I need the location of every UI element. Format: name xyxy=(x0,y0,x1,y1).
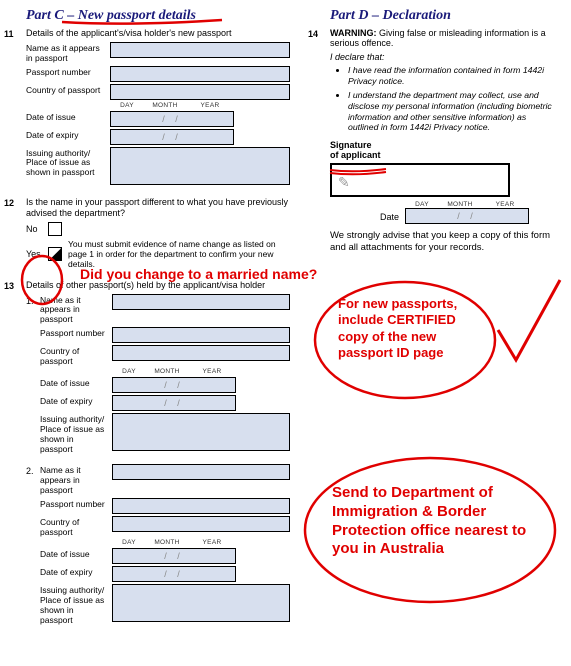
q13-1-authority-input[interactable] xyxy=(112,413,290,451)
q14-bullet-1: I have read the information contained in… xyxy=(348,65,559,87)
q13-2-passnum-label: Passport number xyxy=(40,498,112,510)
pen-icon: ✎ xyxy=(338,174,350,191)
q13-2-name-input[interactable] xyxy=(112,464,290,480)
day-header: DAY xyxy=(110,102,144,109)
q14-bullet-2: I understand the department may collect,… xyxy=(348,90,559,134)
q14-date-input[interactable]: / / xyxy=(405,208,529,224)
q14-date-label: Date xyxy=(380,212,399,224)
q13-text: Details of other passport(s) held by the… xyxy=(26,280,290,290)
q13-1-issue-input[interactable]: / / xyxy=(112,377,236,393)
signature-box[interactable]: ✎ xyxy=(330,163,510,197)
warning-label: WARNING: xyxy=(330,28,377,38)
q13-1-passnum-input[interactable] xyxy=(112,327,290,343)
year-header: YEAR xyxy=(186,102,234,109)
q11-name-input[interactable] xyxy=(110,42,290,58)
q13-1-expiry-input[interactable]: / / xyxy=(112,395,236,411)
q13-1-country-label: Country of passport xyxy=(40,345,112,367)
day-header: DAY xyxy=(112,368,146,375)
signature-label: Signature of applicant xyxy=(330,141,559,161)
q13-2-issue-label: Date of issue xyxy=(40,548,112,560)
q13-2-authority-input[interactable] xyxy=(112,584,290,622)
q13-1-num: 1. xyxy=(26,294,40,457)
q13-1-authority-label: Issuing authority/ Place of issue as sho… xyxy=(40,413,112,454)
month-header: MONTH xyxy=(144,102,186,109)
signature-label-2: of applicant xyxy=(330,150,381,160)
q13-2-num: 2. xyxy=(26,464,40,627)
q11-name-label: Name as it appears in passport xyxy=(26,42,110,64)
q13-2-name-label: Name as it appears in passport xyxy=(40,464,112,495)
q12-no-label: No xyxy=(26,224,48,234)
q14-declare: I declare that: xyxy=(330,52,559,62)
day-header: DAY xyxy=(112,539,146,546)
q11-authority-input[interactable] xyxy=(110,147,290,185)
q11-number: 11 xyxy=(4,28,26,187)
q11-passnum-label: Passport number xyxy=(26,66,110,78)
q13-2-expiry-input[interactable]: / / xyxy=(112,566,236,582)
q11-passnum-input[interactable] xyxy=(110,66,290,82)
q11-authority-label: Issuing authority/ Place of issue as sho… xyxy=(26,147,110,178)
q13-1-issue-label: Date of issue xyxy=(40,377,112,389)
q11-country-input[interactable] xyxy=(110,84,290,100)
q11-issue-label: Date of issue xyxy=(26,111,110,123)
q11-expiry-input[interactable]: / / xyxy=(110,129,234,145)
q11-text: Details of the applicant's/visa holder's… xyxy=(26,28,290,38)
q13-2-expiry-label: Date of expiry xyxy=(40,566,112,578)
q13-1-name-label: Name as it appears in passport xyxy=(40,294,112,325)
q12-yes-label: Yes xyxy=(26,249,48,259)
q12-number: 12 xyxy=(4,197,26,270)
q13-1-name-input[interactable] xyxy=(112,294,290,310)
month-header: MONTH xyxy=(146,368,188,375)
day-header: DAY xyxy=(405,201,439,208)
part-c-title: Part C – New passport details xyxy=(4,8,290,24)
q12-no-checkbox[interactable] xyxy=(48,222,62,236)
q13-1-expiry-label: Date of expiry xyxy=(40,395,112,407)
q11-expiry-label: Date of expiry xyxy=(26,129,110,141)
q12-yes-note: You must submit evidence of name change … xyxy=(68,239,290,270)
q13-2-passnum-input[interactable] xyxy=(112,498,290,514)
q13-2-authority-label: Issuing authority/ Place of issue as sho… xyxy=(40,584,112,625)
year-header: YEAR xyxy=(188,368,236,375)
q13-number: 13 xyxy=(4,280,26,628)
q13-2-issue-input[interactable]: / / xyxy=(112,548,236,564)
q11-country-label: Country of passport xyxy=(26,84,110,96)
q14-advise: We strongly advise that you keep a copy … xyxy=(330,230,559,255)
year-header: YEAR xyxy=(188,539,236,546)
q13-2-country-label: Country of passport xyxy=(40,516,112,538)
signature-label-1: Signature xyxy=(330,140,372,150)
q14-warning: WARNING: Giving false or misleading info… xyxy=(330,28,559,48)
q13-1-passnum-label: Passport number xyxy=(40,327,112,339)
year-header: YEAR xyxy=(481,201,529,208)
q11-issue-input[interactable]: / / xyxy=(110,111,234,127)
month-header: MONTH xyxy=(146,539,188,546)
q14-number: 14 xyxy=(308,28,330,255)
q13-2-country-input[interactable] xyxy=(112,516,290,532)
q12-text: Is the name in your passport different t… xyxy=(26,197,290,220)
month-header: MONTH xyxy=(439,201,481,208)
q13-1-country-input[interactable] xyxy=(112,345,290,361)
q12-yes-checkbox[interactable] xyxy=(48,247,62,261)
part-d-title: Part D – Declaration xyxy=(308,8,559,24)
